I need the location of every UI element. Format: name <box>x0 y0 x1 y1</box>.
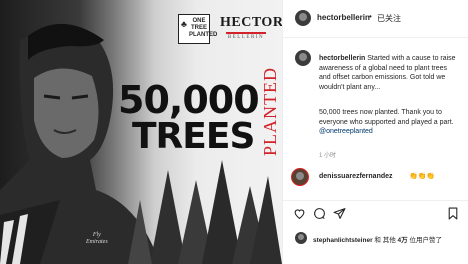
headline-word: TREES <box>132 116 255 157</box>
logo-line: ONE <box>192 18 206 24</box>
separator-dot: • <box>369 12 372 21</box>
following-button[interactable]: 已关注 <box>377 13 401 24</box>
avatar <box>295 232 307 244</box>
action-bar <box>283 200 468 226</box>
caption-time: 1 小时 <box>319 153 337 159</box>
caption-paragraph-2: 50,000 trees now planted. Thank you to e… <box>319 108 459 137</box>
likes-suffix: 位用户赞了 <box>407 237 442 244</box>
brand-sub: BELLERIN <box>227 35 265 40</box>
shirt-text: Emirates <box>86 239 108 245</box>
brand-name: HECTOR <box>220 15 282 30</box>
header-username[interactable]: hectorbellerin <box>317 13 370 22</box>
comment-username[interactable]: denissuarezfernandez <box>319 173 393 180</box>
heart-icon[interactable] <box>293 207 306 220</box>
avatar[interactable] <box>295 50 311 66</box>
likes-user[interactable]: stephanlichtsteiner <box>313 237 373 244</box>
likes-middle: 和 其他 <box>372 237 398 244</box>
comment-icon[interactable] <box>313 207 326 220</box>
hector-bellerin-brand: HECTOR BELLERIN <box>220 15 282 41</box>
comment-row: denissuarezfernandez 👏👏👏 <box>283 164 468 192</box>
mention-link[interactable]: @onetreeplanted <box>319 128 373 135</box>
headline-number: 50,000 <box>118 78 260 122</box>
likes-count[interactable]: 4万 <box>398 237 408 244</box>
avatar[interactable] <box>291 168 309 186</box>
post-image[interactable]: ♣ ONE TREE PLANTED HECTOR BELLERIN 50,00… <box>0 0 282 264</box>
post-side-panel: hectorbellerin • 已关注 hectorbellerin Star… <box>282 0 468 264</box>
caption-text-2: 50,000 trees now planted. Thank you to e… <box>319 109 454 126</box>
headline-vertical: PLANTED <box>260 67 280 156</box>
caption-username[interactable]: hectorbellerin <box>319 55 365 62</box>
logo-line: PLANTED <box>189 32 218 38</box>
shirt-text: Fly <box>92 232 101 238</box>
brand-divider <box>226 32 266 34</box>
one-tree-planted-logo: ♣ ONE TREE PLANTED <box>178 14 218 44</box>
share-icon[interactable] <box>333 207 346 220</box>
post-header: hectorbellerin • 已关注 <box>283 0 468 38</box>
tree-icon: ♣ <box>181 19 187 29</box>
logo-line: TREE <box>190 25 207 31</box>
likes-row: stephanlichtsteiner 和 其他 4万 位用户赞了 <box>283 230 468 250</box>
comment-text: 👏👏👏 <box>409 173 436 180</box>
bookmark-icon[interactable] <box>447 207 459 220</box>
avatar[interactable] <box>295 10 311 26</box>
shirt-sponsor: Fly Emirates <box>86 232 108 246</box>
caption-text-block: hectorbellerin Started with a cause to r… <box>319 54 459 92</box>
likes-summary[interactable]: stephanlichtsteiner 和 其他 4万 位用户赞了 <box>313 234 442 244</box>
